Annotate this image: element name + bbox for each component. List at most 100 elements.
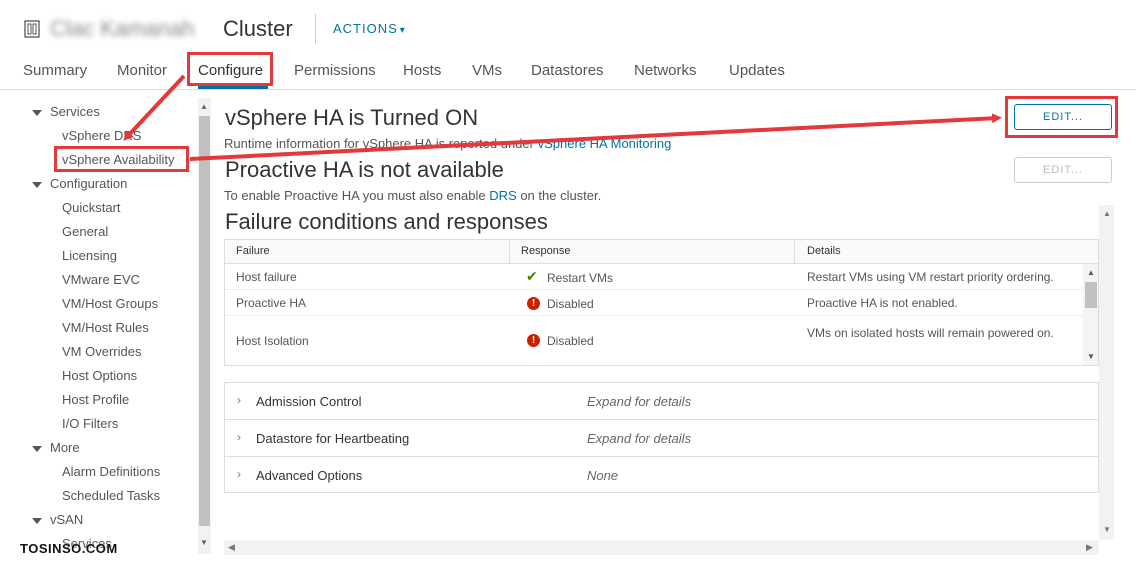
cluster-name-obscured: Clac Kamanah: [50, 16, 195, 41]
annotation-box-edit: [1005, 96, 1118, 138]
sidebar-item-alarm-definitions[interactable]: Alarm Definitions: [62, 464, 160, 479]
accordion-label: Admission Control: [256, 394, 362, 409]
ha-runtime-info-text: Runtime information for vSphere HA is re…: [224, 136, 534, 151]
sidebar-item-general[interactable]: General: [62, 224, 108, 239]
accordion-datastore-heartbeating[interactable]: › Datastore for Heartbeating Expand for …: [225, 420, 1098, 457]
table-row[interactable]: Host failure ✔ Restart VMs Restart VMs u…: [225, 264, 1085, 290]
column-header-failure[interactable]: Failure: [236, 245, 270, 257]
scrollbar-thumb[interactable]: [199, 116, 210, 526]
column-header-details[interactable]: Details: [807, 245, 841, 257]
caret-down-icon: [32, 445, 42, 452]
ha-status-title: vSphere HA is Turned ON: [225, 105, 479, 130]
cluster-icon: [24, 20, 40, 38]
accordion-label: Advanced Options: [256, 468, 363, 483]
proactive-info-suffix: on the cluster.: [520, 188, 602, 203]
column-header-response[interactable]: Response: [521, 245, 571, 257]
proactive-ha-title: Proactive HA is not available: [225, 157, 504, 182]
table-header: Failure Response Details: [225, 240, 1098, 264]
page-title: Cluster: [223, 16, 293, 41]
sidebar-item-quickstart[interactable]: Quickstart: [62, 200, 121, 215]
annotation-box-configure: [187, 52, 273, 86]
chevron-down-icon: ▾: [399, 25, 406, 36]
failure-conditions-title: Failure conditions and responses: [225, 209, 548, 234]
tab-monitor[interactable]: Monitor: [117, 62, 167, 79]
main-vertical-scrollbar[interactable]: ▲ ▼: [1099, 205, 1114, 540]
tab-summary[interactable]: Summary: [23, 62, 87, 79]
main-horizontal-scrollbar[interactable]: ◀ ▶: [224, 540, 1099, 555]
accordion-admission-control[interactable]: › Admission Control Expand for details: [225, 383, 1098, 420]
failure-cell: Host Isolation: [236, 334, 309, 348]
sidebar-item-vm-overrides[interactable]: VM Overrides: [62, 344, 141, 359]
sidebar-item-licensing[interactable]: Licensing: [62, 248, 117, 263]
scroll-down-icon[interactable]: ▼: [1103, 525, 1111, 534]
sidebar-group-label: More: [50, 440, 80, 455]
sidebar-item-scheduled-tasks[interactable]: Scheduled Tasks: [62, 488, 160, 503]
header-divider: [315, 14, 316, 44]
sidebar-item-vsphere-drs[interactable]: vSphere DRS: [62, 128, 141, 143]
failure-conditions-table: Failure Response Details Host failure ✔ …: [224, 239, 1099, 366]
table-row[interactable]: Proactive HA ! Disabled Proactive HA is …: [225, 290, 1085, 316]
scroll-left-icon[interactable]: ◀: [228, 542, 235, 553]
scroll-right-icon[interactable]: ▶: [1086, 542, 1093, 553]
scrollbar-thumb[interactable]: [1085, 282, 1097, 308]
tab-vms[interactable]: VMs: [472, 62, 502, 79]
tab-datastores[interactable]: Datastores: [531, 62, 604, 79]
accordion-value: Expand for details: [587, 394, 692, 409]
response-cell: Disabled: [547, 297, 594, 311]
accordion-label: Datastore for Heartbeating: [256, 431, 410, 446]
accordion-value: Expand for details: [587, 431, 692, 446]
proactive-ha-info: To enable Proactive HA you must also ena…: [224, 188, 601, 203]
sidebar-item-vm-host-rules[interactable]: VM/Host Rules: [62, 320, 149, 335]
chevron-right-icon: ›: [237, 467, 241, 481]
details-cell: Restart VMs using VM restart priority or…: [807, 270, 1054, 284]
scroll-up-icon[interactable]: ▲: [1103, 209, 1111, 218]
failure-cell: Host failure: [236, 270, 297, 284]
actions-menu-button[interactable]: ACTIONS ▾: [333, 21, 406, 36]
error-icon: !: [527, 295, 540, 310]
failure-cell: Proactive HA: [236, 296, 307, 310]
sidebar-item-vmware-evc[interactable]: VMware EVC: [62, 272, 140, 287]
sidebar-group-services[interactable]: Services: [32, 104, 100, 119]
sidebar-group-more[interactable]: More: [32, 440, 80, 455]
column-separator: [794, 240, 795, 264]
caret-down-icon: [32, 517, 42, 524]
annotation-box-vsphere-availability: [54, 146, 189, 172]
sidebar-item-host-options[interactable]: Host Options: [62, 368, 137, 383]
tab-networks[interactable]: Networks: [634, 62, 697, 79]
sidebar-group-label: Configuration: [50, 176, 128, 191]
caret-down-icon: [32, 181, 42, 188]
sidebar-item-vm-host-groups[interactable]: VM/Host Groups: [62, 296, 158, 311]
ha-runtime-info: Runtime information for vSphere HA is re…: [224, 136, 671, 151]
edit-proactive-ha-button: EDIT...: [1014, 157, 1112, 183]
actions-label: ACTIONS: [333, 21, 398, 36]
drs-link[interactable]: DRS: [489, 188, 516, 203]
active-tab-indicator: [198, 86, 268, 89]
ha-settings-accordion: › Admission Control Expand for details ›…: [224, 382, 1099, 493]
checkmark-icon: ✔: [526, 268, 538, 284]
scroll-up-icon[interactable]: ▲: [200, 102, 208, 111]
scroll-down-icon[interactable]: ▼: [200, 538, 208, 547]
chevron-right-icon: ›: [237, 393, 241, 407]
sidebar-group-configuration[interactable]: Configuration: [32, 176, 127, 191]
sidebar-group-label: vSAN: [50, 512, 84, 527]
scroll-up-icon[interactable]: ▲: [1087, 268, 1095, 277]
accordion-advanced-options[interactable]: › Advanced Options None: [225, 457, 1098, 494]
sidebar-group-label: Services: [50, 104, 100, 119]
details-cell: Proactive HA is not enabled.: [807, 296, 958, 310]
table-row[interactable]: Host Isolation ! Disabled VMs on isolate…: [225, 316, 1085, 365]
sidebar-item-io-filters[interactable]: I/O Filters: [62, 416, 118, 431]
ha-monitoring-link[interactable]: vSphere HA Monitoring: [538, 136, 672, 151]
sidebar-group-vsan[interactable]: vSAN: [32, 512, 83, 527]
sidebar-item-host-profile[interactable]: Host Profile: [62, 392, 129, 407]
response-cell: Restart VMs: [547, 271, 614, 285]
caret-down-icon: [32, 109, 42, 116]
scroll-down-icon[interactable]: ▼: [1087, 352, 1095, 361]
tab-hosts[interactable]: Hosts: [403, 62, 441, 79]
column-separator: [509, 240, 510, 264]
tab-updates[interactable]: Updates: [729, 62, 785, 79]
sidebar-scrollbar[interactable]: ▲ ▼: [198, 98, 211, 554]
error-icon: !: [527, 332, 540, 347]
tab-bar: Summary Monitor Configure Permissions Ho…: [0, 56, 1136, 90]
table-scrollbar[interactable]: ▲ ▼: [1083, 264, 1098, 365]
tab-permissions[interactable]: Permissions: [294, 62, 376, 79]
